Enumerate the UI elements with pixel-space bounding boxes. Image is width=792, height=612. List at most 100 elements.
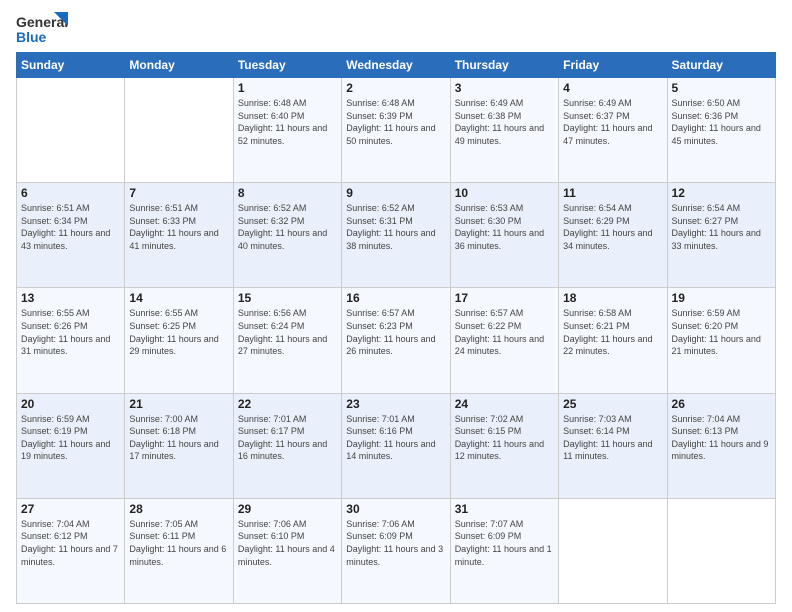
day-number: 16: [346, 291, 445, 305]
day-number: 31: [455, 502, 554, 516]
calendar-cell: 23 Sunrise: 7:01 AMSunset: 6:16 PMDayligh…: [342, 393, 450, 498]
logo-svg: GeneralBlue: [16, 12, 68, 46]
calendar-cell: 5 Sunrise: 6:50 AMSunset: 6:36 PMDaylight…: [667, 78, 775, 183]
day-info: Sunrise: 6:56 AMSunset: 6:24 PMDaylight:…: [238, 307, 337, 357]
day-number: 10: [455, 186, 554, 200]
calendar-body: 1Sunrise: 6:48 AMSunset: 6:40 PMDaylight…: [17, 78, 776, 604]
day-info: Sunrise: 7:01 AMSunset: 6:17 PMDaylight:…: [238, 413, 337, 463]
calendar-cell: 13 Sunrise: 6:55 AMSunset: 6:26 PMDayligh…: [17, 288, 125, 393]
calendar-cell: 27Sunrise: 7:04 AMSunset: 6:12 PMDayligh…: [17, 498, 125, 603]
day-info: Sunrise: 6:54 AMSunset: 6:29 PMDaylight:…: [563, 202, 662, 252]
day-number: 29: [238, 502, 337, 516]
calendar-header: SundayMondayTuesdayWednesdayThursdayFrid…: [17, 53, 776, 78]
weekday-header-monday: Monday: [125, 53, 233, 78]
calendar-cell: 18Sunrise: 6:58 AMSunset: 6:21 PMDayligh…: [559, 288, 667, 393]
day-number: 13: [21, 291, 120, 305]
calendar-cell: 14 Sunrise: 6:55 AMSunset: 6:25 PMDayligh…: [125, 288, 233, 393]
calendar-cell: 30Sunrise: 7:06 AMSunset: 6:09 PMDayligh…: [342, 498, 450, 603]
day-number: 21: [129, 397, 228, 411]
day-info: Sunrise: 6:49 AMSunset: 6:38 PMDaylight:…: [455, 97, 554, 147]
calendar-cell: 9Sunrise: 6:52 AMSunset: 6:31 PMDaylight…: [342, 183, 450, 288]
day-info: Sunrise: 6:52 AMSunset: 6:32 PMDaylight:…: [238, 202, 337, 252]
day-number: 25: [563, 397, 662, 411]
day-info: Sunrise: 7:03 AMSunset: 6:14 PMDaylight:…: [563, 413, 662, 463]
day-number: 24: [455, 397, 554, 411]
day-info: Sunrise: 6:48 AMSunset: 6:40 PMDaylight:…: [238, 97, 337, 147]
day-number: 28: [129, 502, 228, 516]
day-number: 11: [563, 186, 662, 200]
day-info: Sunrise: 6:57 AMSunset: 6:23 PMDaylight:…: [346, 307, 445, 357]
day-info: Sunrise: 7:06 AMSunset: 6:10 PMDaylight:…: [238, 518, 337, 568]
day-info: Sunrise: 6:49 AMSunset: 6:37 PMDaylight:…: [563, 97, 662, 147]
day-number: 20: [21, 397, 120, 411]
calendar-cell: 10 Sunrise: 6:53 AMSunset: 6:30 PMDayligh…: [450, 183, 558, 288]
day-info: Sunrise: 6:59 AMSunset: 6:19 PMDaylight:…: [21, 413, 120, 463]
day-info: Sunrise: 7:04 AMSunset: 6:13 PMDaylight:…: [672, 413, 771, 463]
header: GeneralBlue: [16, 12, 776, 46]
day-number: 7: [129, 186, 228, 200]
logo: GeneralBlue: [16, 12, 68, 46]
calendar-cell: 28 Sunrise: 7:05 AMSunset: 6:11 PMDayligh…: [125, 498, 233, 603]
calendar-cell: 17Sunrise: 6:57 AMSunset: 6:22 PMDayligh…: [450, 288, 558, 393]
calendar-cell: 12Sunrise: 6:54 AMSunset: 6:27 PMDayligh…: [667, 183, 775, 288]
calendar-cell: 7Sunrise: 6:51 AMSunset: 6:33 PMDaylight…: [125, 183, 233, 288]
day-info: Sunrise: 6:55 AMSunset: 6:26 PMDaylight:…: [21, 307, 120, 357]
day-info: Sunrise: 7:06 AMSunset: 6:09 PMDaylight:…: [346, 518, 445, 568]
calendar-cell: 25 Sunrise: 7:03 AMSunset: 6:14 PMDayligh…: [559, 393, 667, 498]
day-info: Sunrise: 6:55 AMSunset: 6:25 PMDaylight:…: [129, 307, 228, 357]
calendar-cell: 4 Sunrise: 6:49 AMSunset: 6:37 PMDaylight…: [559, 78, 667, 183]
calendar-cell: [17, 78, 125, 183]
day-number: 26: [672, 397, 771, 411]
weekday-header-row: SundayMondayTuesdayWednesdayThursdayFrid…: [17, 53, 776, 78]
calendar-cell: 26 Sunrise: 7:04 AMSunset: 6:13 PMDayligh…: [667, 393, 775, 498]
day-info: Sunrise: 7:04 AMSunset: 6:12 PMDaylight:…: [21, 518, 120, 568]
day-info: Sunrise: 6:57 AMSunset: 6:22 PMDaylight:…: [455, 307, 554, 357]
day-info: Sunrise: 6:50 AMSunset: 6:36 PMDaylight:…: [672, 97, 771, 147]
calendar-cell: 31 Sunrise: 7:07 AMSunset: 6:09 PMDayligh…: [450, 498, 558, 603]
calendar-cell: [559, 498, 667, 603]
weekday-header-saturday: Saturday: [667, 53, 775, 78]
calendar-cell: 29 Sunrise: 7:06 AMSunset: 6:10 PMDayligh…: [233, 498, 341, 603]
day-number: 4: [563, 81, 662, 95]
day-number: 22: [238, 397, 337, 411]
day-info: Sunrise: 7:07 AMSunset: 6:09 PMDaylight:…: [455, 518, 554, 568]
calendar-cell: 20 Sunrise: 6:59 AMSunset: 6:19 PMDayligh…: [17, 393, 125, 498]
day-number: 15: [238, 291, 337, 305]
day-number: 14: [129, 291, 228, 305]
calendar-cell: 15 Sunrise: 6:56 AMSunset: 6:24 PMDayligh…: [233, 288, 341, 393]
calendar-cell: 19 Sunrise: 6:59 AMSunset: 6:20 PMDayligh…: [667, 288, 775, 393]
weekday-header-sunday: Sunday: [17, 53, 125, 78]
calendar-cell: 22 Sunrise: 7:01 AMSunset: 6:17 PMDayligh…: [233, 393, 341, 498]
calendar-cell: 1Sunrise: 6:48 AMSunset: 6:40 PMDaylight…: [233, 78, 341, 183]
day-info: Sunrise: 6:53 AMSunset: 6:30 PMDaylight:…: [455, 202, 554, 252]
calendar-cell: 16 Sunrise: 6:57 AMSunset: 6:23 PMDayligh…: [342, 288, 450, 393]
day-info: Sunrise: 6:54 AMSunset: 6:27 PMDaylight:…: [672, 202, 771, 252]
day-info: Sunrise: 7:01 AMSunset: 6:16 PMDaylight:…: [346, 413, 445, 463]
calendar-cell: 6 Sunrise: 6:51 AMSunset: 6:34 PMDaylight…: [17, 183, 125, 288]
day-info: Sunrise: 6:52 AMSunset: 6:31 PMDaylight:…: [346, 202, 445, 252]
calendar-week-2: 6 Sunrise: 6:51 AMSunset: 6:34 PMDaylight…: [17, 183, 776, 288]
day-number: 6: [21, 186, 120, 200]
day-info: Sunrise: 6:59 AMSunset: 6:20 PMDaylight:…: [672, 307, 771, 357]
calendar-cell: 3Sunrise: 6:49 AMSunset: 6:38 PMDaylight…: [450, 78, 558, 183]
day-info: Sunrise: 6:48 AMSunset: 6:39 PMDaylight:…: [346, 97, 445, 147]
day-number: 5: [672, 81, 771, 95]
day-number: 19: [672, 291, 771, 305]
day-info: Sunrise: 7:05 AMSunset: 6:11 PMDaylight:…: [129, 518, 228, 568]
calendar-cell: 24Sunrise: 7:02 AMSunset: 6:15 PMDayligh…: [450, 393, 558, 498]
calendar-week-3: 13 Sunrise: 6:55 AMSunset: 6:26 PMDayligh…: [17, 288, 776, 393]
calendar-cell: 11 Sunrise: 6:54 AMSunset: 6:29 PMDayligh…: [559, 183, 667, 288]
svg-text:Blue: Blue: [16, 29, 47, 45]
calendar-week-5: 27Sunrise: 7:04 AMSunset: 6:12 PMDayligh…: [17, 498, 776, 603]
calendar-cell: 21 Sunrise: 7:00 AMSunset: 6:18 PMDayligh…: [125, 393, 233, 498]
weekday-header-tuesday: Tuesday: [233, 53, 341, 78]
calendar-cell: [667, 498, 775, 603]
calendar-cell: 2 Sunrise: 6:48 AMSunset: 6:39 PMDaylight…: [342, 78, 450, 183]
day-number: 18: [563, 291, 662, 305]
calendar-week-1: 1Sunrise: 6:48 AMSunset: 6:40 PMDaylight…: [17, 78, 776, 183]
day-number: 23: [346, 397, 445, 411]
day-info: Sunrise: 7:00 AMSunset: 6:18 PMDaylight:…: [129, 413, 228, 463]
day-number: 2: [346, 81, 445, 95]
calendar-table: SundayMondayTuesdayWednesdayThursdayFrid…: [16, 52, 776, 604]
day-info: Sunrise: 6:51 AMSunset: 6:34 PMDaylight:…: [21, 202, 120, 252]
